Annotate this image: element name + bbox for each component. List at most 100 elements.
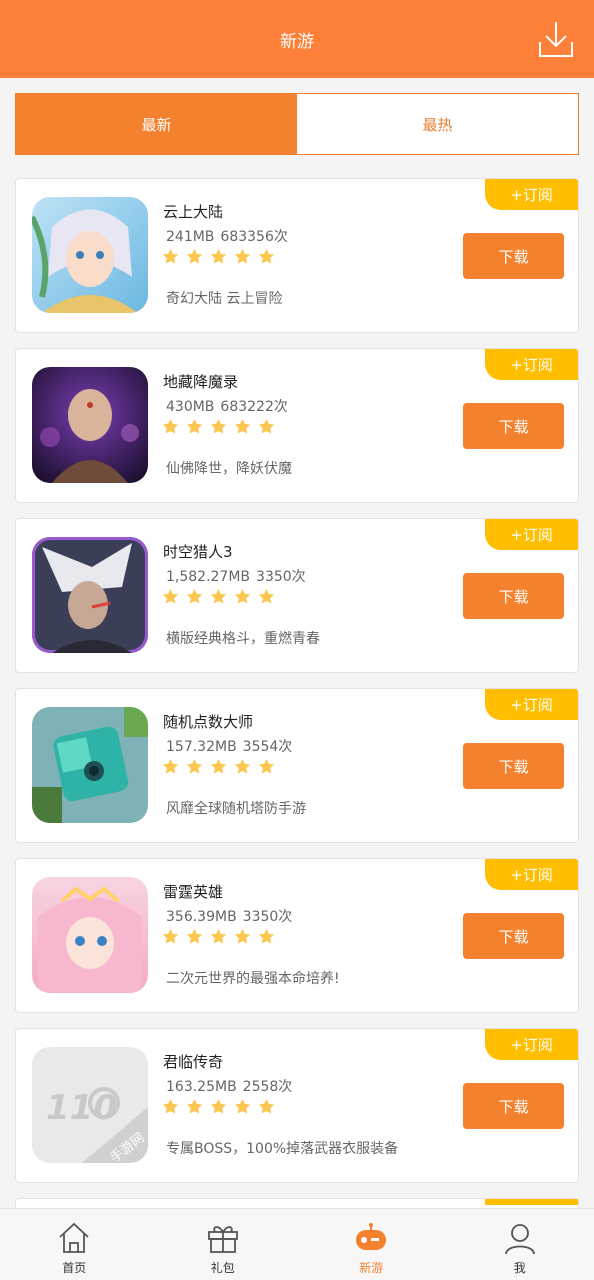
star-icon	[234, 1098, 251, 1114]
subscribe-button[interactable]: +订阅	[485, 1029, 578, 1060]
placeholder-logo-icon[interactable]: 110 手游网	[32, 1047, 148, 1163]
download-button[interactable]: 下载	[463, 743, 564, 789]
new-game-icon	[356, 1223, 387, 1250]
download-count: 2558次	[242, 1079, 293, 1095]
game-description: 横版经典格斗，重燃青春	[166, 631, 320, 647]
nav-new-games[interactable]: 新游	[297, 1209, 446, 1280]
star-icon	[210, 418, 227, 434]
tab-hottest[interactable]: 最热	[297, 94, 578, 154]
star-icon	[210, 588, 227, 604]
game-meta: 430MB 683222次	[166, 396, 288, 416]
nav-label: 礼包	[210, 1261, 235, 1275]
nav-label: 首页	[62, 1261, 87, 1275]
star-icon	[186, 928, 203, 944]
game-name[interactable]: 时空猎人3	[163, 541, 233, 562]
list-item[interactable]: 雷霆英雄 356.39MB 3350次二次元世界的最强本命培养! +订阅下载	[15, 858, 579, 1013]
download-button[interactable]: 下载	[463, 573, 564, 619]
star-icon	[258, 928, 275, 944]
game-meta: 157.32MB 3554次	[166, 736, 292, 756]
game-meta: 1,582.27MB 3350次	[166, 566, 306, 586]
app-header: 新游	[0, 0, 594, 78]
list-item[interactable]: 地藏降魔录 430MB 683222次仙佛降世，降妖伏魔 +订阅下载	[15, 348, 579, 503]
download-icon[interactable]	[538, 20, 574, 58]
rating-stars	[162, 928, 282, 945]
subscribe-button[interactable]: +订阅	[485, 689, 578, 720]
star-icon	[186, 758, 203, 774]
rating-stars	[162, 1098, 282, 1115]
download-count: 683356次	[220, 229, 288, 245]
page-title: 新游	[280, 32, 314, 52]
game-name[interactable]: 随机点数大师	[163, 711, 253, 732]
game-size: 163.25MB	[166, 1079, 237, 1095]
game-description: 奇幻大陆 云上冒险	[166, 291, 283, 307]
star-icon	[234, 928, 251, 944]
game-description: 风靡全球随机塔防手游	[166, 801, 306, 817]
subscribe-button[interactable]: +订阅	[485, 179, 578, 210]
list-item[interactable]: 110 手游网 君临传奇 163.25MB 2558次 专属BOSS，100%掉落武器衣服…	[15, 1028, 579, 1183]
dice-master-icon[interactable]	[32, 707, 148, 823]
star-icon	[210, 758, 227, 774]
nav-label: 新游	[359, 1261, 384, 1275]
game-list: 云上大陆 241MB 683356次 奇幻大陆 云上冒险 +订阅 下载 地藏降魔录 430MB…	[15, 178, 579, 1198]
star-icon	[258, 248, 275, 264]
nav-label: 我	[513, 1261, 526, 1275]
game-size: 430MB	[166, 399, 215, 415]
star-icon	[210, 1098, 227, 1114]
star-icon	[162, 758, 179, 774]
user-icon	[504, 1224, 535, 1255]
list-item[interactable]: 云上大陆 241MB 683356次奇幻大陆 云上冒险 +订阅下载	[15, 178, 579, 333]
download-button[interactable]: 下载	[463, 913, 564, 959]
tab-latest[interactable]: 最新	[16, 94, 297, 154]
game-name[interactable]: 云上大陆	[163, 201, 223, 222]
time-hunter-icon[interactable]	[32, 537, 148, 653]
star-icon	[162, 418, 179, 434]
download-button[interactable]: 下载	[463, 1083, 564, 1129]
star-icon	[234, 758, 251, 774]
rating-stars	[162, 758, 282, 775]
game-size: 157.32MB	[166, 739, 237, 755]
game-name[interactable]: 君临传奇	[163, 1051, 223, 1072]
subscribe-button[interactable]: +订阅	[485, 349, 578, 380]
star-icon	[162, 928, 179, 944]
nav-gift[interactable]: 礼包	[149, 1209, 298, 1280]
star-icon	[210, 928, 227, 944]
subscribe-button[interactable]: +订阅	[485, 519, 578, 550]
list-item[interactable]: 随机点数大师 157.32MB 3554次风靡全球随机塔防手游 +订阅下载	[15, 688, 579, 843]
star-icon	[186, 588, 203, 604]
game-meta: 356.39MB 3350次	[166, 906, 292, 926]
game-name[interactable]: 地藏降魔录	[163, 371, 238, 392]
thunder-hero-icon[interactable]	[32, 877, 148, 993]
game-description: 二次元世界的最强本命培养!	[166, 971, 340, 987]
game-description: 仙佛降世，降妖伏魔	[166, 461, 292, 477]
logo-text: 110	[46, 1088, 117, 1128]
bottom-nav: 首页 礼包 新游 我	[0, 1208, 594, 1280]
star-icon	[210, 248, 227, 264]
tab-bar: 最新 最热	[15, 93, 579, 155]
rating-stars	[162, 248, 282, 265]
star-icon	[162, 1098, 179, 1114]
home-icon	[59, 1222, 89, 1253]
cloud-continent-icon[interactable]	[32, 197, 148, 313]
star-icon	[258, 1098, 275, 1114]
download-button[interactable]: 下载	[463, 403, 564, 449]
star-icon	[162, 588, 179, 604]
rating-stars	[162, 588, 282, 605]
nav-me[interactable]: 我	[446, 1209, 594, 1280]
star-icon	[234, 248, 251, 264]
star-icon	[258, 418, 275, 434]
gift-icon	[207, 1226, 238, 1253]
download-count: 3350次	[242, 909, 293, 925]
dizang-icon[interactable]	[32, 367, 148, 483]
game-size: 241MB	[166, 229, 215, 245]
star-icon	[186, 1098, 203, 1114]
download-button[interactable]: 下载	[463, 233, 564, 279]
game-size: 356.39MB	[166, 909, 237, 925]
subscribe-button[interactable]: +订阅	[485, 859, 578, 890]
list-item[interactable]: 时空猎人3 1,582.27MB 3350次横版经典格斗，重燃青春 +订阅下载	[15, 518, 579, 673]
download-count: 3350次	[256, 569, 306, 585]
game-name[interactable]: 雷霆英雄	[163, 881, 223, 902]
nav-home[interactable]: 首页	[0, 1209, 149, 1280]
game-meta: 241MB 683356次	[166, 226, 288, 246]
star-icon	[234, 588, 251, 604]
star-icon	[186, 418, 203, 434]
